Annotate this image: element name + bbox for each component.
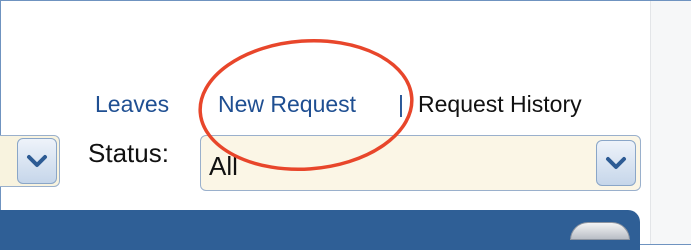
request-history-link[interactable]: Request History bbox=[418, 86, 582, 122]
status-dropdown-button[interactable] bbox=[596, 140, 636, 186]
chevron-down-icon bbox=[27, 155, 47, 167]
status-select-value: All bbox=[209, 151, 238, 181]
left-filter-select[interactable] bbox=[0, 135, 60, 187]
screenshot-frame bbox=[0, 0, 691, 245]
left-filter-dropdown-button[interactable] bbox=[17, 138, 57, 184]
chevron-down-icon bbox=[606, 157, 626, 169]
grid-header-bar bbox=[0, 210, 640, 250]
nav-separator: | bbox=[398, 91, 404, 117]
scroll-knob[interactable] bbox=[570, 222, 630, 240]
status-select[interactable]: All bbox=[200, 135, 641, 191]
status-label: Status: bbox=[88, 138, 169, 168]
new-request-link[interactable]: New Request bbox=[218, 86, 356, 122]
right-panel bbox=[650, 1, 691, 244]
leaves-link[interactable]: Leaves bbox=[95, 86, 169, 122]
